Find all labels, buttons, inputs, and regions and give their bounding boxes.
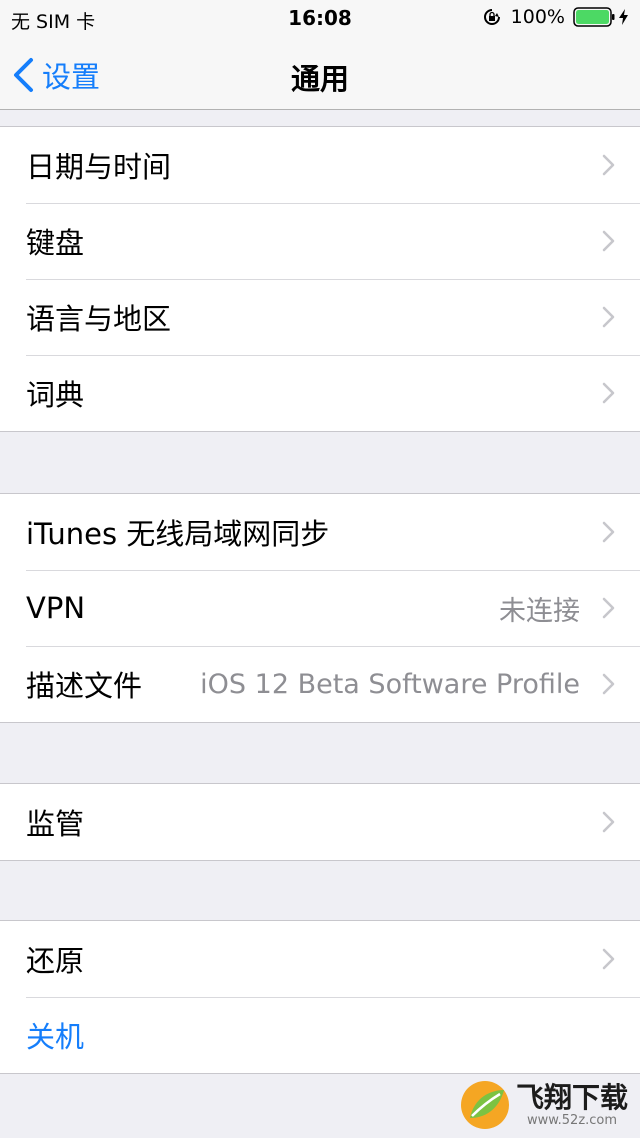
chevron-right-icon [602,521,615,543]
settings-group-3: 监管 [0,783,640,861]
vpn-status-value: 未连接 [499,595,580,627]
chevron-right-icon [602,154,615,176]
navigation-bar: 设置 通用 [0,36,640,110]
row-supervision[interactable]: 监管 [0,784,640,860]
watermark-title: 飞翔下载 [515,1080,628,1114]
chevron-right-icon [602,230,615,252]
battery-percentage: 100% [510,6,565,28]
row-label: 描述文件 [26,669,143,703]
row-profile[interactable]: 描述文件 iOS 12 Beta Software Profile [0,646,640,722]
status-right: 100% [483,6,628,28]
settings-group-2: iTunes 无线局域网同步 VPN 未连接 描述文件 iOS 12 Beta … [0,493,640,723]
chevron-right-icon [602,948,615,970]
row-label: 关机 [26,1020,85,1054]
row-reset[interactable]: 还原 [0,921,640,997]
row-keyboard[interactable]: 键盘 [0,203,640,279]
page-title: 通用 [290,62,349,96]
watermark-url: www.52z.com [526,1112,618,1128]
status-bar: 无 SIM 卡 16:08 100% [0,0,640,36]
leaf-logo-icon [460,1081,509,1129]
row-label: iTunes 无线局域网同步 [26,517,330,551]
chevron-right-icon [602,673,615,695]
row-label: 监管 [26,807,85,841]
row-date-time[interactable]: 日期与时间 [0,127,640,203]
row-itunes-wifi-sync[interactable]: iTunes 无线局域网同步 [0,494,640,570]
settings-group-4: 还原 关机 [0,920,640,1074]
row-vpn[interactable]: VPN 未连接 [0,570,640,646]
profile-value: iOS 12 Beta Software Profile [200,668,580,700]
row-label: 键盘 [26,226,85,260]
shutdown-button[interactable]: 关机 [0,997,640,1073]
chevron-right-icon [602,811,615,833]
charging-bolt-icon [619,9,628,25]
chevron-right-icon [602,382,615,404]
row-dictionary[interactable]: 词典 [0,355,640,431]
watermark-text: 飞翔下载 www.52z.com [515,1080,628,1128]
row-label: 语言与地区 [26,302,172,336]
row-language-region[interactable]: 语言与地区 [0,279,640,355]
settings-group-1: 日期与时间 键盘 语言与地区 词典 [0,126,640,432]
battery-icon [573,7,615,27]
chevron-right-icon [602,306,615,328]
chevron-right-icon [602,597,615,619]
row-label: 词典 [26,378,85,412]
rotation-lock-icon [483,9,500,25]
row-label: 还原 [26,944,85,978]
row-label: VPN [26,591,86,625]
row-label: 日期与时间 [26,150,172,184]
watermark: 飞翔下载 www.52z.com [460,1080,628,1130]
